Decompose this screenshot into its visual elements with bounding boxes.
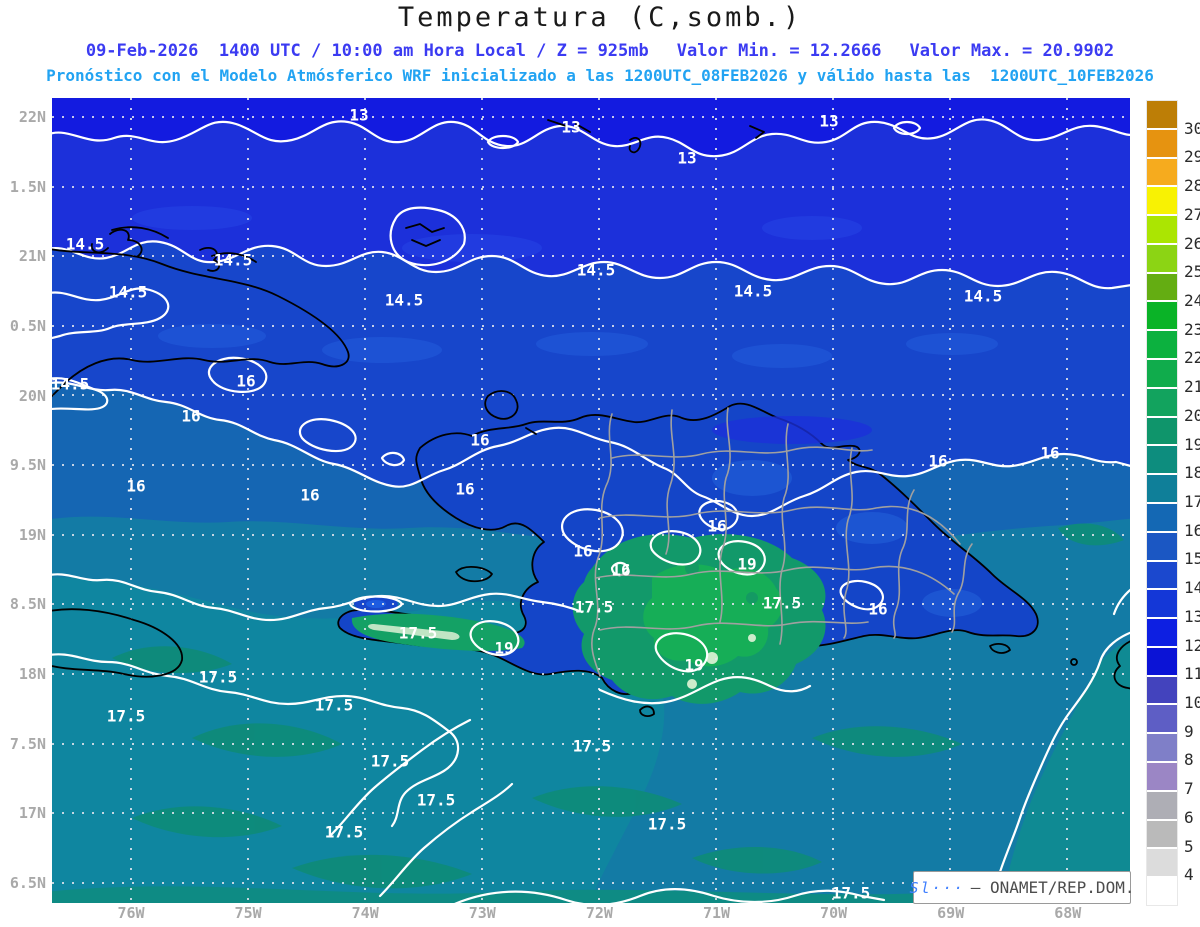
colorbar-cell-2 — [1147, 158, 1177, 188]
temperature-shaded-map — [52, 98, 1130, 903]
colorbar-cell-25 — [1147, 820, 1177, 850]
colorbar-cell-20 — [1147, 676, 1177, 706]
colorbar-tick-8: 8 — [1184, 750, 1194, 770]
colorbar-tick-9: 9 — [1184, 721, 1194, 741]
colorbar-cell-11 — [1147, 417, 1177, 447]
colorbar-tick-16: 16 — [1184, 520, 1200, 540]
colorbar-cell-21 — [1147, 705, 1177, 735]
colorbar-tick-19: 19 — [1184, 434, 1200, 454]
lat-label-21N: 21N — [18, 247, 46, 266]
page-title: Temperatura (C,somb.) — [397, 2, 803, 33]
value-max-text: Valor Max. = 20.9902 — [909, 41, 1115, 61]
lon-label-75W: 75W — [234, 904, 262, 922]
colorbar-tick-11: 11 — [1184, 664, 1200, 684]
lon-label-69W: 69W — [937, 904, 965, 922]
lon-label-70W: 70W — [820, 904, 848, 922]
weather-map-page: Temperatura (C,somb.) 09-Feb-2026 1400 U… — [0, 0, 1200, 927]
colorbar-tick-7: 7 — [1184, 779, 1194, 799]
colorbar-tick-27: 27 — [1184, 204, 1200, 224]
colorbar-cell-4 — [1147, 216, 1177, 245]
lat-label-0.5N: 0.5N — [9, 316, 46, 335]
colorbar-cell-18 — [1147, 619, 1177, 648]
colorbar-tick-30: 30 — [1184, 118, 1200, 138]
colorbar-tick-23: 23 — [1184, 319, 1200, 339]
subtitle-datetime: 09-Feb-2026 1400 UTC / 10:00 am Hora Loc… — [0, 41, 1200, 61]
colorbar-cell-0 — [1147, 101, 1177, 130]
lon-label-72W: 72W — [585, 904, 613, 922]
colorbar-tick-4: 4 — [1184, 865, 1194, 885]
colorbar-cell-1 — [1147, 129, 1177, 159]
lon-label-74W: 74W — [351, 904, 379, 922]
colorbar-cell-23 — [1147, 762, 1177, 792]
colorbar-cell-10 — [1147, 388, 1177, 418]
colorbar-cell-5 — [1147, 244, 1177, 274]
lat-label-6.5N: 6.5N — [9, 874, 46, 893]
colorbar-tick-6: 6 — [1184, 807, 1194, 827]
colorbar-cell-26 — [1147, 849, 1177, 879]
onamet-watermark: Sl··· — ONAMET/REP.DOM. — [909, 871, 1134, 904]
colorbar-cell-13 — [1147, 475, 1177, 504]
colorbar-tick-5: 5 — [1184, 836, 1194, 856]
colorbar-tick-10: 10 — [1184, 693, 1200, 712]
signature-script: Sl··· — [909, 878, 965, 897]
lat-label-8.5N: 8.5N — [9, 595, 46, 614]
colorbar-tick-28: 28 — [1184, 176, 1200, 196]
lat-label-17N: 17N — [18, 804, 46, 823]
colorbar-tick-22: 22 — [1184, 348, 1200, 368]
colorbar-cell-27 — [1147, 878, 1177, 905]
lon-label-71W: 71W — [702, 904, 731, 922]
subtitle-model: Pronóstico con el Modelo Atmósferico WRF… — [46, 66, 1154, 85]
colorbar-cell-12 — [1147, 446, 1177, 476]
colorbar-cell-14 — [1147, 503, 1177, 533]
colorbar-cell-22 — [1147, 734, 1177, 763]
lat-label-9.5N: 9.5N — [9, 456, 46, 475]
lon-label-73W: 73W — [468, 904, 496, 922]
colorbar-cell-3 — [1147, 187, 1177, 217]
colorbar-tick-14: 14 — [1184, 578, 1200, 598]
lat-label-20N: 20N — [18, 386, 46, 405]
colorbar-cell-9 — [1147, 360, 1177, 389]
colorbar-cell-17 — [1147, 590, 1177, 620]
colorbar-cell-8 — [1147, 331, 1177, 361]
colorbar-tick-18: 18 — [1184, 463, 1200, 483]
colorbar-tick-13: 13 — [1184, 606, 1200, 626]
colorbar-cell-24 — [1147, 791, 1177, 821]
valid-time-text: 09-Feb-2026 1400 UTC / 10:00 am Hora Loc… — [85, 41, 649, 61]
colorbar-cell-15 — [1147, 532, 1177, 562]
colorbar-tick-15: 15 — [1184, 549, 1200, 569]
colorbar-cell-6 — [1147, 273, 1177, 303]
value-min-text: Valor Min. = 12.2666 — [676, 41, 882, 61]
lat-label-22N: 22N — [18, 108, 46, 126]
colorbar-tick-29: 29 — [1184, 147, 1200, 167]
colorbar-cell-7 — [1147, 302, 1177, 332]
watermark-text: — ONAMET/REP.DOM. — [970, 878, 1135, 897]
map-plot-area[interactable]: 13 13 13 13 14.5 14.5 14.5 14.5 14.5 14.5 14.5 14.5… — [51, 98, 1130, 903]
colorbar-tick-21: 21 — [1184, 377, 1200, 397]
colorbar-tick-12: 12 — [1184, 635, 1200, 655]
colorbar-tick-24: 24 — [1184, 291, 1200, 310]
colorbar — [1146, 100, 1178, 906]
lon-label-76W: 76W — [117, 904, 145, 922]
lat-label-19N: 19N — [18, 525, 46, 544]
colorbar-cell-19 — [1147, 647, 1177, 677]
lat-label-7.5N: 7.5N — [9, 734, 46, 753]
lon-label-68W: 68W — [1054, 904, 1082, 922]
colorbar-tick-17: 17 — [1184, 492, 1200, 511]
colorbar-tick-26: 26 — [1184, 233, 1200, 253]
colorbar-cell-16 — [1147, 561, 1177, 591]
colorbar-tick-25: 25 — [1184, 262, 1200, 282]
colorbar-tick-20: 20 — [1184, 405, 1200, 425]
lat-label-18N: 18N — [18, 665, 46, 684]
lat-label-1.5N: 1.5N — [9, 177, 46, 196]
